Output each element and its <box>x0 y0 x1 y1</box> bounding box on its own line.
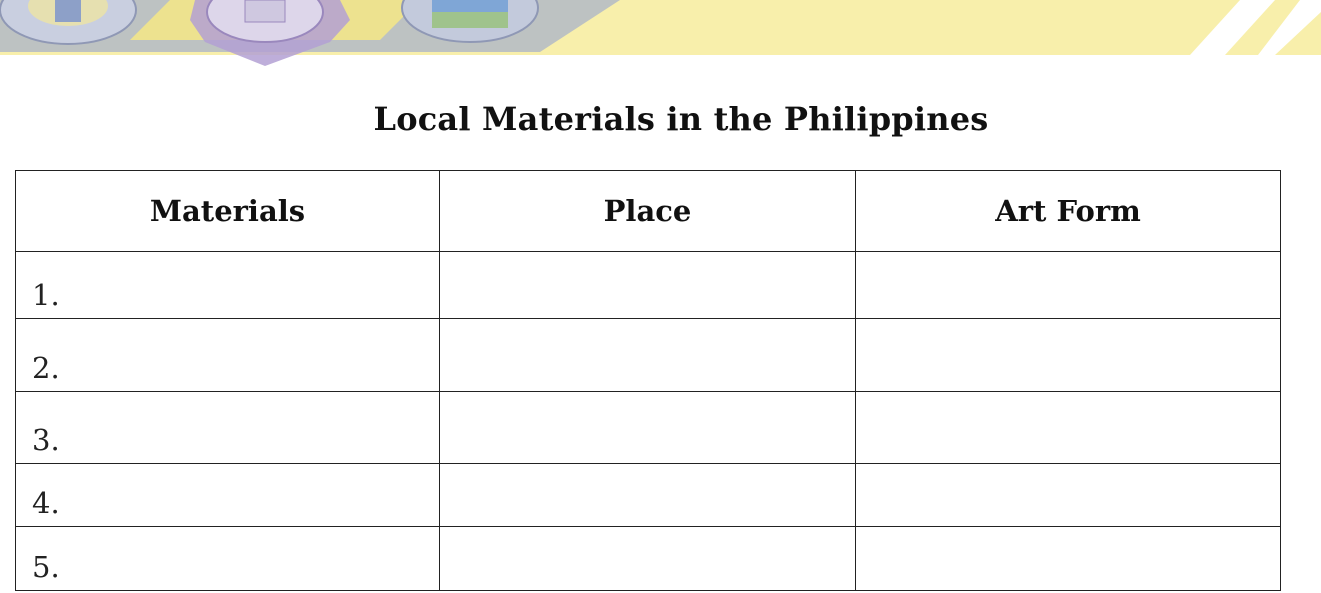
place-cell[interactable] <box>439 391 856 464</box>
table-header-row: Materials Place Art Form <box>15 170 1281 252</box>
header-art-form: Art Form <box>855 170 1281 252</box>
place-cell[interactable] <box>439 251 856 319</box>
table-row: 1. <box>15 251 1281 319</box>
table-row: 5. <box>15 526 1281 591</box>
page-title: Local Materials in the Philippines <box>373 100 989 138</box>
header-place: Place <box>439 170 856 252</box>
place-cell[interactable] <box>439 463 856 527</box>
table-row: 3. <box>15 391 1281 464</box>
materials-cell[interactable]: 3. <box>15 391 440 464</box>
table-row: 4. <box>15 463 1281 527</box>
table-row: 2. <box>15 318 1281 392</box>
art-form-cell[interactable] <box>855 463 1281 527</box>
materials-table: Materials Place Art Form 1. 2. 3. 4. 5. <box>15 170 1281 591</box>
art-form-cell[interactable] <box>855 391 1281 464</box>
place-cell[interactable] <box>439 318 856 392</box>
materials-cell[interactable]: 4. <box>15 463 440 527</box>
materials-cell[interactable]: 2. <box>15 318 440 392</box>
materials-cell[interactable]: 1. <box>15 251 440 319</box>
worksheet-page: Local Materials in the Philippines Mater… <box>0 0 1321 593</box>
art-form-cell[interactable] <box>855 526 1281 591</box>
art-form-cell[interactable] <box>855 318 1281 392</box>
place-cell[interactable] <box>439 526 856 591</box>
header-materials: Materials <box>15 170 440 252</box>
header-banner <box>0 0 1321 70</box>
art-form-cell[interactable] <box>855 251 1281 319</box>
materials-cell[interactable]: 5. <box>15 526 440 591</box>
